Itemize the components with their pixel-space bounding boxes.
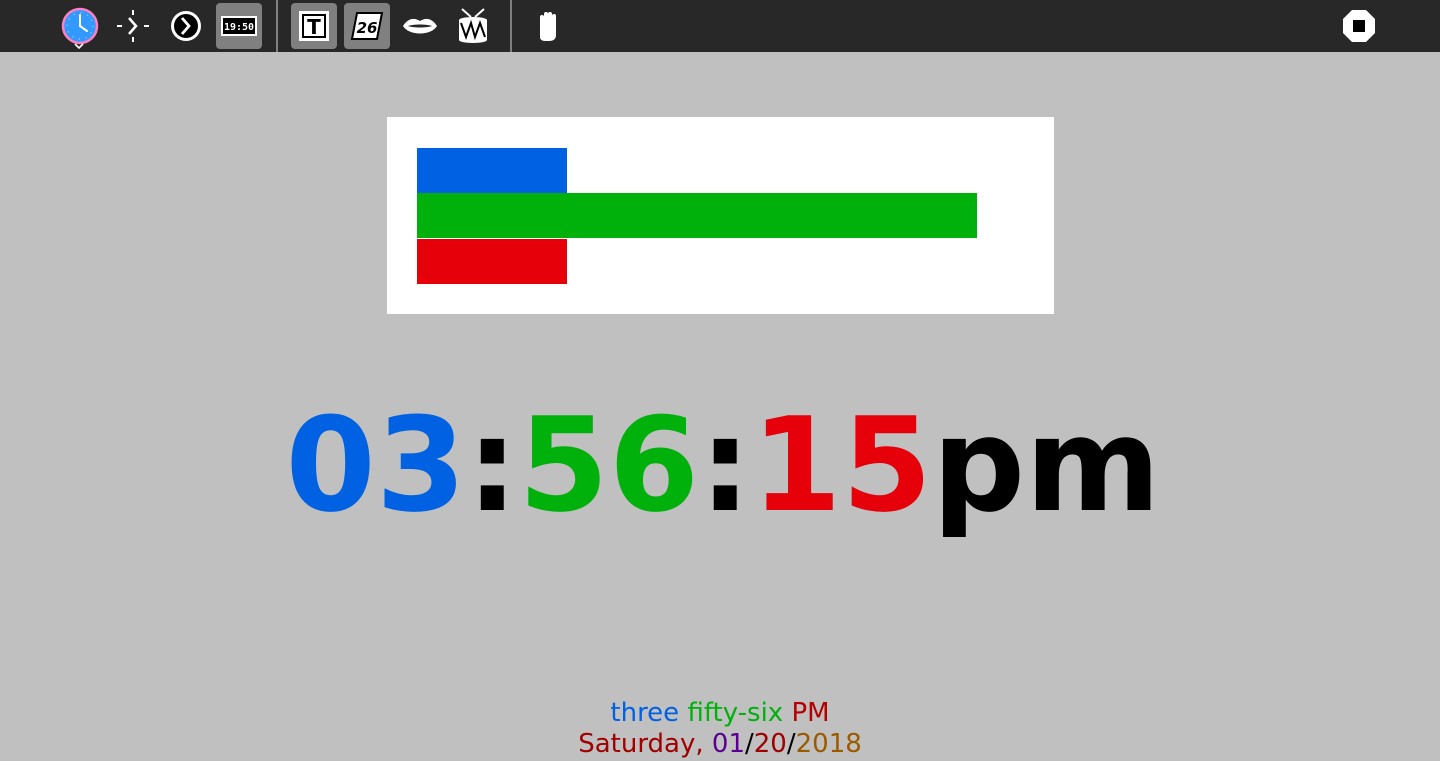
time-separator: : bbox=[466, 389, 519, 541]
hours-bar bbox=[417, 148, 567, 193]
date-separator: / bbox=[786, 729, 796, 759]
time-in-words: three fifty-six PM bbox=[0, 698, 1440, 728]
stop-button[interactable] bbox=[1336, 3, 1382, 49]
nice-clock-mode-icon bbox=[171, 11, 201, 41]
date-year: 2018 bbox=[795, 729, 862, 759]
alarm-drum-icon bbox=[459, 8, 487, 43]
time-seconds: 15 bbox=[751, 389, 933, 541]
digital-clock-mode-icon: 19:50 bbox=[221, 16, 257, 36]
simple-clock-mode-icon bbox=[117, 10, 149, 42]
clock-activity-icon bbox=[61, 7, 99, 45]
time-ampm: pm bbox=[932, 389, 1161, 541]
time-minutes: 56 bbox=[518, 389, 700, 541]
toolbar: 19:50 T 26 bbox=[0, 0, 1440, 52]
words-ampm: PM bbox=[791, 698, 830, 728]
date-weekday: Saturday bbox=[578, 729, 696, 759]
words-hour: three bbox=[610, 698, 680, 728]
write-time-button[interactable]: T bbox=[291, 3, 337, 49]
toolbar-separator bbox=[510, 0, 512, 52]
alarm-button[interactable] bbox=[450, 3, 496, 49]
write-date-icon: 26 bbox=[350, 12, 384, 40]
write-date-icon-text: 26 bbox=[357, 19, 378, 37]
stop-icon bbox=[1343, 10, 1375, 42]
date-month: 01 bbox=[711, 729, 745, 759]
minutes-bar bbox=[417, 193, 977, 238]
chevron-down-icon[interactable] bbox=[74, 42, 84, 50]
words-minute: fifty-six bbox=[687, 698, 784, 728]
date-display: Saturday, 01/20/2018 bbox=[0, 729, 1440, 759]
write-date-button[interactable]: 26 bbox=[344, 3, 390, 49]
write-time-icon: T bbox=[299, 11, 329, 41]
time-separator: : bbox=[699, 389, 752, 541]
digital-time-display: 03:56:15pm bbox=[0, 390, 1440, 540]
digital-clock-icon-text: 19:50 bbox=[224, 22, 254, 33]
time-hours: 03 bbox=[285, 389, 467, 541]
date-separator: / bbox=[745, 729, 754, 759]
seconds-bar bbox=[417, 239, 567, 284]
time-bars-panel bbox=[387, 117, 1054, 314]
write-time-icon-text: T bbox=[307, 15, 321, 39]
speak-time-button[interactable] bbox=[397, 3, 443, 49]
date-day: 20 bbox=[753, 729, 787, 759]
grab-button[interactable] bbox=[525, 3, 571, 49]
grab-hand-icon bbox=[540, 12, 556, 41]
toolbar-separator bbox=[276, 0, 278, 52]
speak-time-icon bbox=[403, 18, 437, 34]
digital-clock-button[interactable]: 19:50 bbox=[216, 3, 262, 49]
nice-clock-button[interactable] bbox=[163, 3, 209, 49]
date-comma: , bbox=[695, 729, 704, 759]
simple-clock-button[interactable] bbox=[110, 3, 156, 49]
